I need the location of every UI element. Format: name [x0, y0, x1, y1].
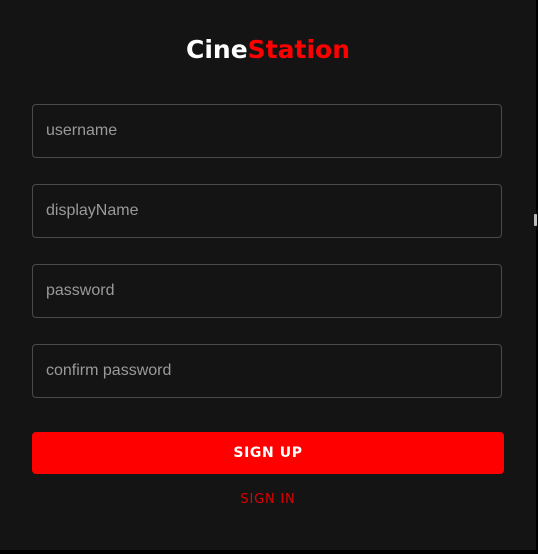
- confirm-password-input[interactable]: [32, 344, 502, 398]
- sign-in-link[interactable]: SIGN IN: [0, 488, 536, 510]
- logo-text-station: Station: [247, 35, 350, 64]
- sign-up-button[interactable]: SIGN UP: [32, 432, 504, 474]
- password-input[interactable]: [32, 264, 502, 318]
- signup-panel: CineStation SIGN UP SIGN IN: [0, 0, 536, 550]
- edge-scroll-marker: [534, 214, 537, 226]
- app-logo: CineStation: [0, 32, 536, 68]
- logo-text-cine: Cine: [186, 35, 248, 64]
- username-input[interactable]: [32, 104, 502, 158]
- display-name-input[interactable]: [32, 184, 502, 238]
